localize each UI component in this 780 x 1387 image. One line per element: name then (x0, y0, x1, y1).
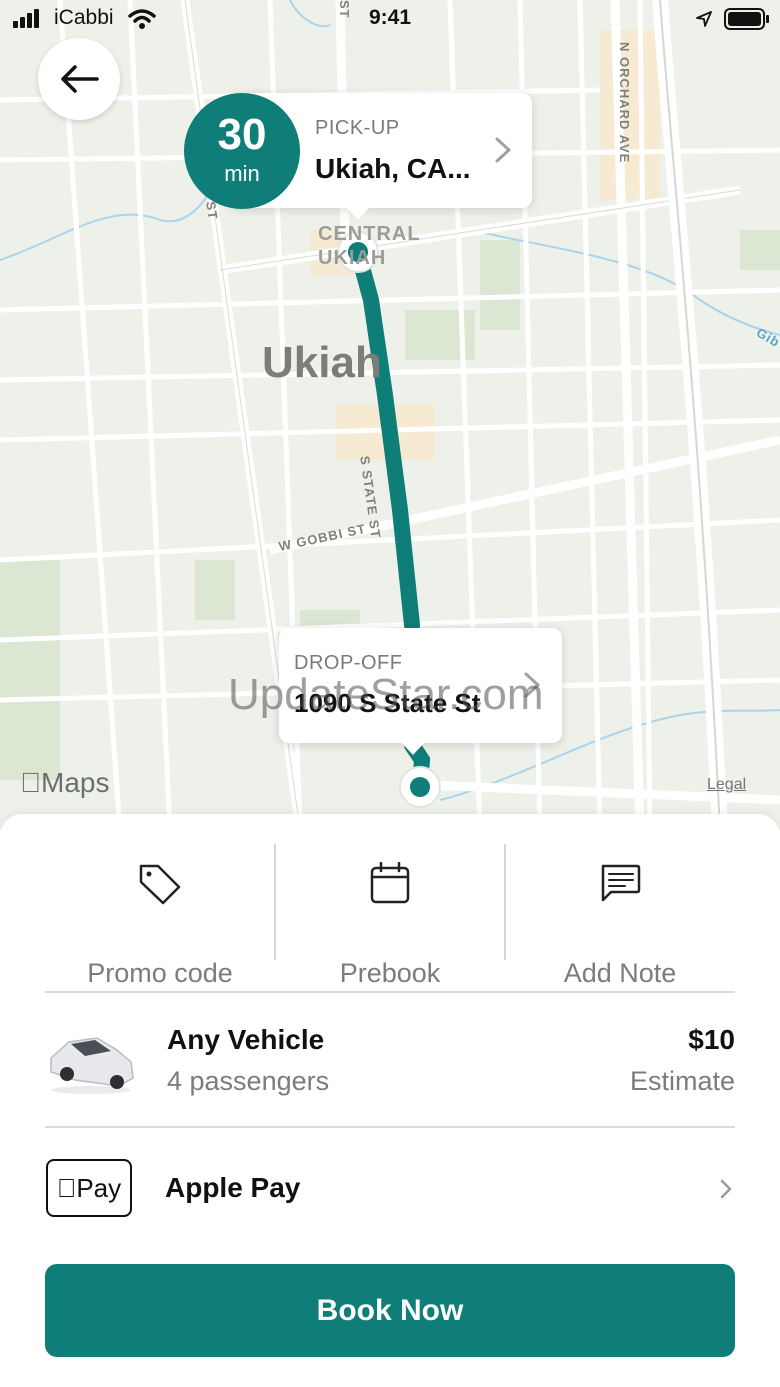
add-note-label: Add Note (563, 958, 677, 988)
fare-note: Estimate (629, 1066, 735, 1096)
calendar-icon (370, 862, 410, 904)
vehicle-option[interactable]: Any Vehicle 4 passengers $10 Estimate (45, 1002, 735, 1126)
pickup-address: Ukiah, CA... (315, 153, 471, 184)
district-label: CENTRAL UKIAH (318, 223, 421, 269)
prebook-button[interactable]: Prebook (275, 844, 505, 988)
payment-label: Apple Pay (165, 1172, 301, 1203)
status-bar: iCabbi 9:41 (0, 0, 780, 40)
divider (45, 991, 735, 993)
fare-price: $10 (688, 1024, 735, 1055)
location-arrow-icon (696, 11, 712, 27)
add-note-button[interactable]: Add Note (505, 844, 735, 988)
city-label: Ukiah (262, 338, 382, 387)
arrow-left-icon (61, 65, 99, 93)
pickup-callout-pointer (345, 206, 371, 220)
pickup-kicker: PICK-UP (315, 117, 400, 139)
watermark: UpdateStar.com (228, 670, 544, 719)
street-label-n-orchard: N ORCHARD AVE (617, 42, 632, 164)
eta-value: 30 (217, 110, 267, 159)
vehicle-name: Any Vehicle (167, 1024, 325, 1055)
eta-badge: 30 min (184, 93, 300, 209)
dropoff-callout-pointer (400, 741, 426, 755)
divider (45, 1126, 735, 1128)
apple-logo-icon:  (57, 1173, 77, 1204)
chevron-right-icon (720, 1179, 732, 1199)
prebook-label: Prebook (339, 958, 441, 988)
tag-icon (139, 864, 181, 905)
dropoff-pin (399, 766, 441, 808)
status-time: 9:41 (368, 6, 412, 29)
apple-pay-badge: Pay (46, 1159, 132, 1217)
booking-sheet: Promo code Prebook Add Note Any Vehicle … (0, 814, 780, 1387)
battery-icon (724, 8, 769, 30)
legal-link[interactable]: Legal (707, 776, 746, 794)
apple-logo-icon:  (20, 767, 41, 798)
back-button[interactable] (38, 38, 120, 120)
payment-method[interactable]: Pay Apple Pay (45, 1136, 735, 1240)
eta-unit: min (224, 161, 260, 186)
promo-code-label: Promo code (87, 958, 233, 988)
maps-attribution: Maps (20, 767, 109, 798)
car-icon (50, 1037, 134, 1094)
note-icon (601, 864, 641, 902)
vehicle-capacity: 4 passengers (167, 1066, 330, 1096)
promo-code-button[interactable]: Promo code (45, 844, 275, 988)
book-now-button[interactable]: Book Now (45, 1264, 735, 1357)
chevron-right-icon (495, 137, 511, 163)
